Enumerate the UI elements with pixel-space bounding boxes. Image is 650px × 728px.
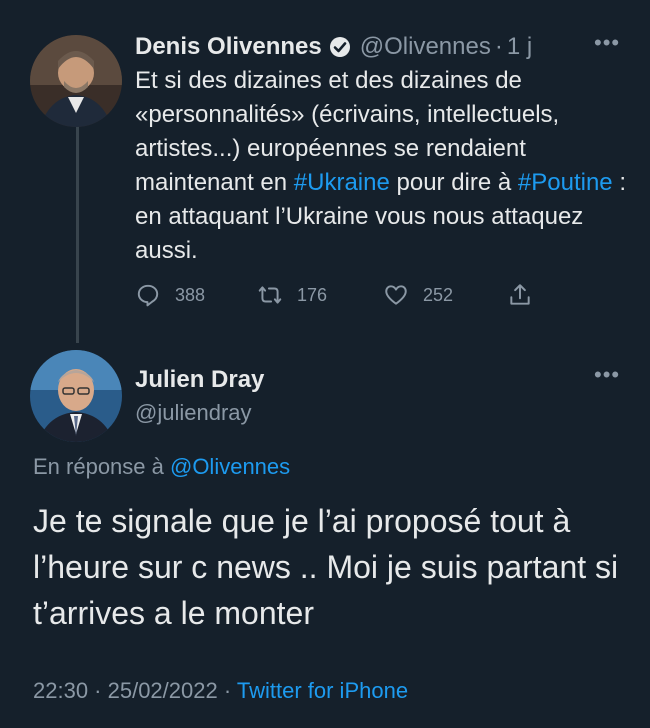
more-options-icon[interactable]: ••• [594, 30, 620, 56]
like-count: 252 [423, 284, 454, 305]
reply-author-handle[interactable]: @juliendray [135, 400, 252, 426]
avatar-julien-dray[interactable] [30, 350, 122, 442]
separator-dot: · [494, 33, 503, 60]
tweet-timestamp[interactable]: 22:30 · 25/02/2022 · [33, 678, 237, 703]
hashtag-poutine-link[interactable]: #Poutine [518, 169, 613, 196]
reply-context-prefix: En réponse à [33, 454, 170, 479]
author-name[interactable]: Denis Olivennes [135, 33, 322, 61]
share-button[interactable] [507, 282, 547, 308]
reply-more-options-icon[interactable]: ••• [594, 362, 620, 388]
tweet-metadata: 22:30 · 25/02/2022 · Twitter for iPhone [33, 678, 408, 704]
tweet-actions-bar: 388 176 252 [135, 282, 595, 312]
tweet-text: Et si des dizaines et des dizaines de «p… [135, 64, 635, 268]
tweet-time-ago[interactable]: 1 j [507, 33, 532, 61]
reply-author-name[interactable]: Julien Dray [135, 366, 264, 394]
retweet-button[interactable]: 176 [257, 282, 327, 308]
heart-icon [385, 285, 407, 305]
hashtag-ukraine-link[interactable]: #Ukraine [294, 169, 390, 196]
retweet-count: 176 [297, 284, 328, 305]
tweet-header: Denis Olivennes @Olivennes · 1 j [135, 30, 625, 64]
avatar-denis-olivennes[interactable] [30, 35, 122, 127]
reply-count: 388 [175, 284, 206, 305]
like-button[interactable]: 252 [383, 282, 453, 308]
tweet-text-part: pour dire à [389, 169, 518, 196]
thread-connector-line [76, 125, 79, 343]
reply-icon [137, 284, 159, 307]
author-handle[interactable]: @Olivennes [360, 33, 491, 61]
reply-context: En réponse à @Olivennes [33, 454, 290, 480]
retweet-icon [258, 286, 282, 304]
reply-button[interactable]: 388 [135, 282, 205, 308]
reply-mention-link[interactable]: @Olivennes [170, 454, 290, 479]
share-icon [510, 284, 530, 305]
tweet-source-link[interactable]: Twitter for iPhone [237, 678, 408, 703]
reply-tweet-text: Je te signale que je l’ai proposé tout à… [33, 503, 619, 631]
verified-badge-icon [328, 35, 352, 59]
